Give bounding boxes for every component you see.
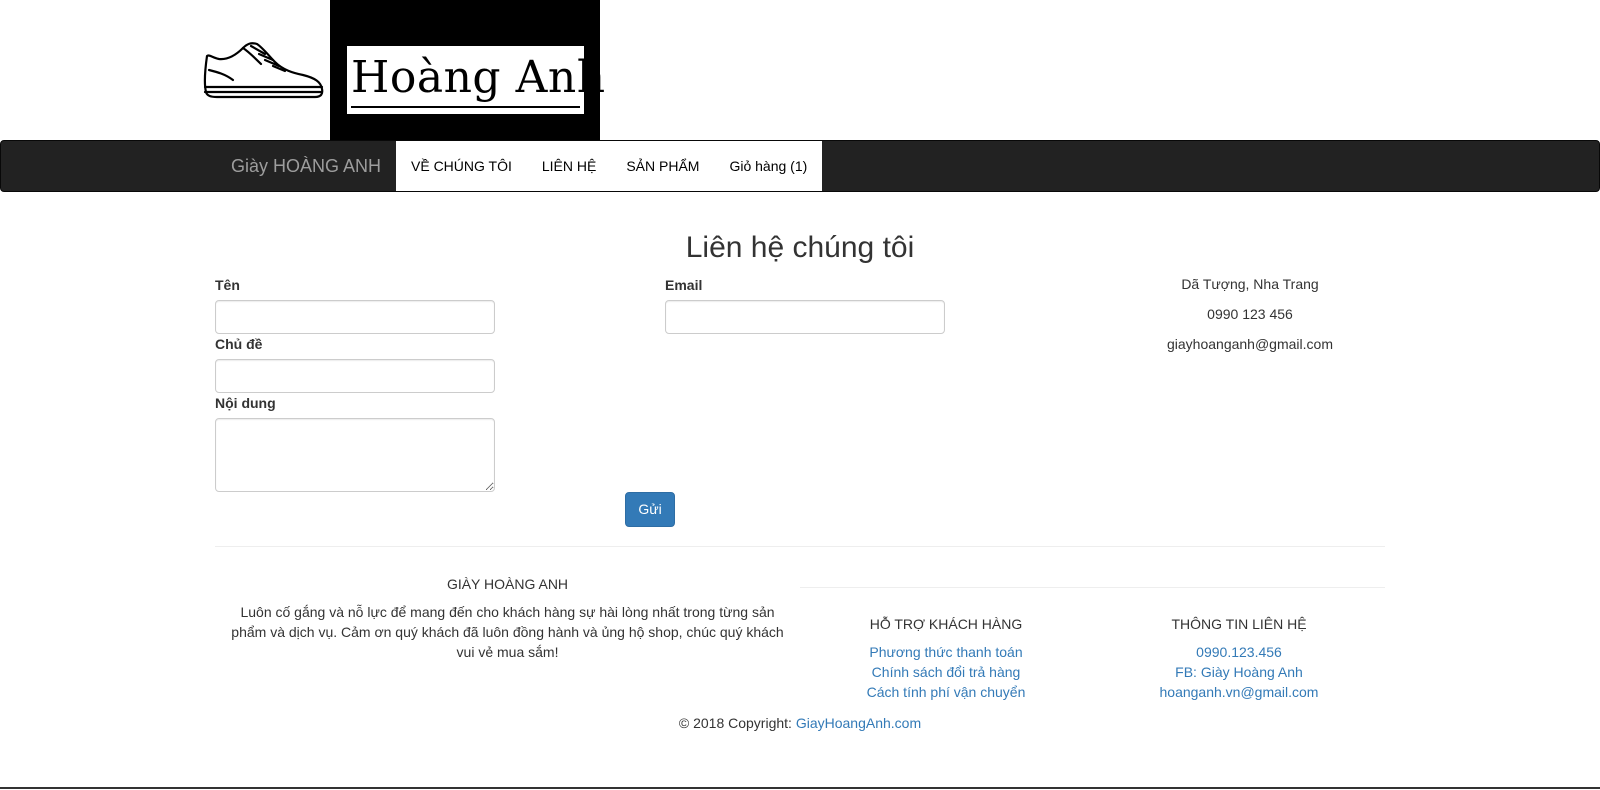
brand-underline [351,106,580,108]
nav-item-about[interactable]: VỀ CHÚNG TÔI [396,141,527,191]
message-textarea[interactable] [215,418,495,492]
submit-button[interactable]: Gửi [625,492,675,527]
sneaker-icon[interactable] [203,40,325,102]
footer-about-text: Luôn cố gắng và nỗ lực để mang đến cho k… [231,604,784,660]
section-divider [215,546,1385,547]
contact-address: Dã Tượng, Nha Trang [1181,276,1319,292]
email-label: Email [665,277,703,293]
footer-link-payment[interactable]: Phương thức thanh toán [806,642,1086,662]
nav-menu: VỀ CHÚNG TÔI LIÊN HỆ SẢN PHẨM Giỏ hàng (… [396,141,823,191]
contact-phone: 0990 123 456 [1207,306,1293,322]
footer-about-title: GIÀY HOÀNG ANH [446,576,569,592]
footer-divider [800,587,1385,588]
nav-item-contact[interactable]: LIÊN HỆ [527,141,611,191]
name-label: Tên [215,277,240,293]
subject-input[interactable] [215,359,495,393]
site-header: Hoàng Anh [0,0,1600,140]
footer-link-returns[interactable]: Chính sách đổi trả hàng [806,662,1086,682]
nav-item-cart[interactable]: Giỏ hàng (1) [714,141,822,191]
copyright: © 2018 Copyright: GiayHoangAnh.com [0,713,1600,733]
name-input[interactable] [215,300,495,334]
brand-logo-text: Hoàng Anh [351,52,606,103]
footer-contact-title: THÔNG TIN LIÊN HỆ [1171,616,1307,632]
footer-link-facebook[interactable]: FB: Giày Hoàng Anh [1099,662,1379,682]
footer-link-shipping[interactable]: Cách tính phí vận chuyển [806,682,1086,702]
footer-about: GIÀY HOÀNG ANH Luôn cố gắng và nỗ lực để… [230,574,785,662]
contact-info: Dã Tượng, Nha Trang 0990 123 456 giayhoa… [1100,274,1400,364]
brand-logo-panel: Hoàng Anh [347,46,605,114]
email-input[interactable] [665,300,945,334]
copyright-link[interactable]: GiayHoangAnh.com [796,715,921,731]
contact-email: giayhoanganh@gmail.com [1167,336,1333,352]
main-navbar: Giày HOÀNG ANH VỀ CHÚNG TÔI LIÊN HỆ SẢN … [0,140,1600,192]
nav-item-products[interactable]: SẢN PHẨM [611,141,714,191]
bottom-border [0,787,1600,789]
copyright-text: © 2018 Copyright: [678,715,792,731]
brand-logo[interactable]: Hoàng Anh [330,0,605,140]
footer-support: HỖ TRỢ KHÁCH HÀNG Phương thức thanh toán… [806,614,1086,702]
footer-support-title: HỖ TRỢ KHÁCH HÀNG [869,616,1023,632]
message-label: Nội dung [215,395,276,411]
footer-contact: THÔNG TIN LIÊN HỆ 0990.123.456 FB: Giày … [1099,614,1379,702]
page-title: Liên hệ chúng tôi [685,231,915,264]
footer-link-phone[interactable]: 0990.123.456 [1099,642,1379,662]
footer-link-email[interactable]: hoanganh.vn@gmail.com [1099,682,1379,702]
subject-label: Chủ đề [215,336,263,352]
navbar-brand[interactable]: Giày HOÀNG ANH [231,141,381,191]
